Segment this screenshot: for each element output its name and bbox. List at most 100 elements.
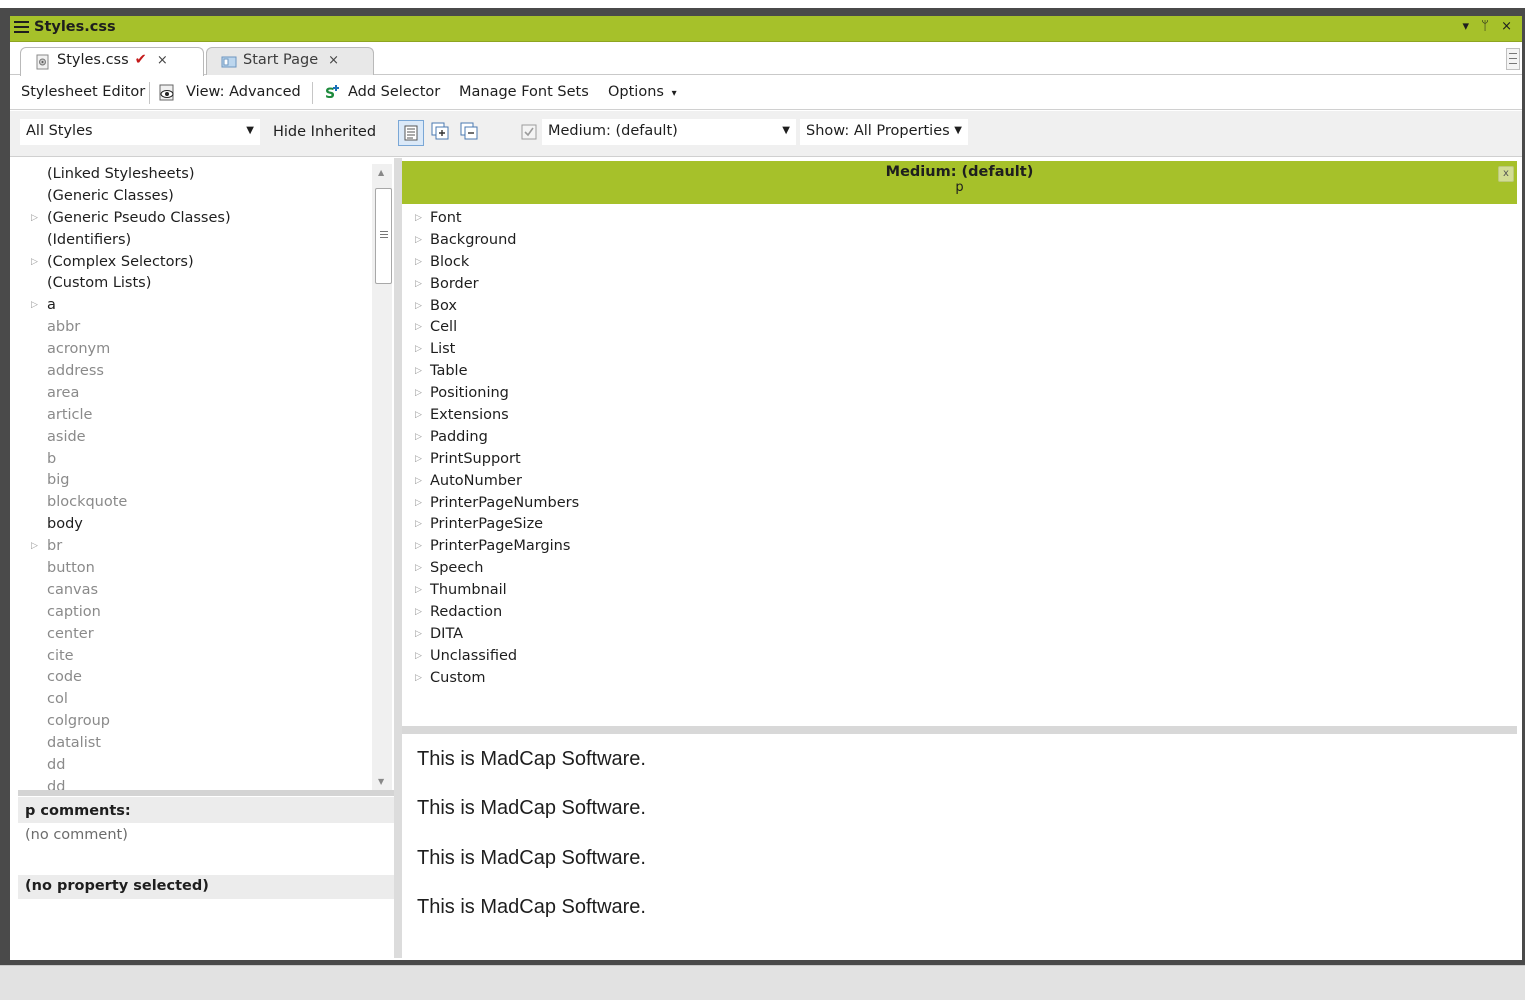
tree-item[interactable]: big [18, 472, 374, 494]
property-group[interactable]: ▷ PrinterPageMargins [402, 538, 1517, 560]
property-group[interactable]: ▷ Speech [402, 560, 1517, 582]
property-group[interactable]: ▷ Padding [402, 429, 1517, 451]
expand-arrow-icon[interactable]: ▷ [31, 213, 38, 223]
expand-arrow-icon[interactable]: ▷ [415, 476, 422, 486]
left-splitter[interactable] [18, 790, 394, 796]
collapse-all-button[interactable] [457, 120, 483, 146]
expand-arrow-icon[interactable]: ▷ [415, 410, 422, 420]
styles-filter-dropdown[interactable]: All Styles ▼ [20, 119, 260, 145]
tree-item[interactable]: ▷ (Complex Selectors) [18, 254, 374, 276]
tree-item[interactable]: col [18, 691, 374, 713]
tree-item[interactable]: (Linked Stylesheets) [18, 166, 374, 188]
expand-all-button[interactable] [428, 120, 454, 146]
menu-lines-icon[interactable] [14, 21, 29, 35]
property-group[interactable]: ▷ PrintSupport [402, 451, 1517, 473]
expand-arrow-icon[interactable]: ▷ [415, 257, 422, 267]
window-controls[interactable]: ▾ ᛘ × [1463, 19, 1516, 34]
tree-item[interactable]: code [18, 669, 374, 691]
medium-checkbox[interactable] [517, 120, 543, 146]
tree-item[interactable]: acronym [18, 341, 374, 363]
property-group[interactable]: ▷ Custom [402, 670, 1517, 692]
scroll-up-icon[interactable]: ▲ [378, 168, 384, 177]
tree-item[interactable]: ▷ a [18, 297, 374, 319]
tree-item[interactable]: body [18, 516, 374, 538]
tab-start-page[interactable]: Start Page × [206, 47, 374, 75]
expand-arrow-icon[interactable]: ▷ [415, 541, 422, 551]
expand-arrow-icon[interactable]: ▷ [415, 607, 422, 617]
tree-item[interactable]: center [18, 626, 374, 648]
options-menu-button[interactable]: Options ▾ [608, 84, 677, 100]
vertical-splitter[interactable] [394, 158, 402, 958]
tree-item[interactable]: dd [18, 779, 374, 790]
tree-item[interactable]: (Custom Lists) [18, 275, 374, 297]
scrollbar-thumb[interactable] [375, 188, 392, 284]
tree-item[interactable]: b [18, 451, 374, 473]
property-group[interactable]: ▷ Positioning [402, 385, 1517, 407]
expand-arrow-icon[interactable]: ▷ [415, 301, 422, 311]
tree-item[interactable]: button [18, 560, 374, 582]
close-icon[interactable]: x [1498, 166, 1514, 182]
tree-item[interactable]: caption [18, 604, 374, 626]
tree-item[interactable]: ▷ (Generic Pseudo Classes) [18, 210, 374, 232]
property-group[interactable]: ▷ Box [402, 298, 1517, 320]
manage-font-sets-button[interactable]: Manage Font Sets [459, 84, 589, 100]
property-group[interactable]: ▷ List [402, 341, 1517, 363]
close-tab-icon[interactable]: × [328, 53, 339, 68]
expand-arrow-icon[interactable]: ▷ [415, 366, 422, 376]
expand-arrow-icon[interactable]: ▷ [415, 388, 422, 398]
tree-item[interactable]: area [18, 385, 374, 407]
property-group[interactable]: ▷ PrinterPageSize [402, 516, 1517, 538]
close-tab-icon[interactable]: × [157, 53, 168, 68]
expand-arrow-icon[interactable]: ▷ [415, 279, 422, 289]
tree-item[interactable]: canvas [18, 582, 374, 604]
expand-arrow-icon[interactable]: ▷ [31, 300, 38, 310]
tree-scrollbar[interactable]: ▲ ▼ [372, 164, 392, 790]
property-group[interactable]: ▷ Thumbnail [402, 582, 1517, 604]
property-group[interactable]: ▷ Border [402, 276, 1517, 298]
property-group[interactable]: ▷ Block [402, 254, 1517, 276]
tree-item[interactable]: dd [18, 757, 374, 779]
view-advanced-button[interactable]: View: Advanced [186, 84, 301, 100]
expand-arrow-icon[interactable]: ▷ [31, 257, 38, 267]
property-group[interactable]: ▷ Font [402, 210, 1517, 232]
expand-arrow-icon[interactable]: ▷ [415, 585, 422, 595]
medium-dropdown[interactable]: Medium: (default) ▼ [542, 119, 796, 145]
expand-arrow-icon[interactable]: ▷ [415, 498, 422, 508]
expand-arrow-icon[interactable]: ▷ [415, 673, 422, 683]
comments-body[interactable]: (no comment) [18, 823, 394, 875]
expand-arrow-icon[interactable]: ▷ [415, 344, 422, 354]
property-group[interactable]: ▷ Table [402, 363, 1517, 385]
tree-item[interactable]: (Identifiers) [18, 232, 374, 254]
expand-arrow-icon[interactable]: ▷ [415, 235, 422, 245]
property-group[interactable]: ▷ Cell [402, 319, 1517, 341]
expand-arrow-icon[interactable]: ▷ [415, 629, 422, 639]
expand-arrow-icon[interactable]: ▷ [415, 563, 422, 573]
scroll-down-icon[interactable]: ▼ [378, 777, 384, 786]
expand-arrow-icon[interactable]: ▷ [415, 454, 422, 464]
expand-arrow-icon[interactable]: ▷ [415, 651, 422, 661]
property-group[interactable]: ▷ Extensions [402, 407, 1517, 429]
property-group[interactable]: ▷ AutoNumber [402, 473, 1517, 495]
tree-item[interactable]: colgroup [18, 713, 374, 735]
expand-arrow-icon[interactable]: ▷ [415, 213, 422, 223]
tree-item[interactable]: (Generic Classes) [18, 188, 374, 210]
expand-arrow-icon[interactable]: ▷ [31, 541, 38, 551]
tree-item[interactable]: datalist [18, 735, 374, 757]
expand-arrow-icon[interactable]: ▷ [415, 322, 422, 332]
tree-item[interactable]: aside [18, 429, 374, 451]
expand-arrow-icon[interactable]: ▷ [415, 432, 422, 442]
tree-item[interactable]: blockquote [18, 494, 374, 516]
property-group[interactable]: ▷ Unclassified [402, 648, 1517, 670]
add-selector-button[interactable]: Add Selector [348, 84, 440, 100]
show-properties-dropdown[interactable]: Show: All Properties ▼ [800, 119, 968, 145]
property-group[interactable]: ▷ Background [402, 232, 1517, 254]
list-view-button[interactable] [398, 120, 424, 146]
tree-item[interactable]: article [18, 407, 374, 429]
tree-item[interactable]: ▷ br [18, 538, 374, 560]
property-group[interactable]: ▷ PrinterPageNumbers [402, 495, 1517, 517]
tree-item[interactable]: cite [18, 648, 374, 670]
tree-item[interactable]: abbr [18, 319, 374, 341]
tree-item[interactable]: address [18, 363, 374, 385]
tab-styles-css[interactable]: Styles.css ✔ × [20, 47, 204, 76]
right-splitter[interactable] [402, 726, 1517, 734]
